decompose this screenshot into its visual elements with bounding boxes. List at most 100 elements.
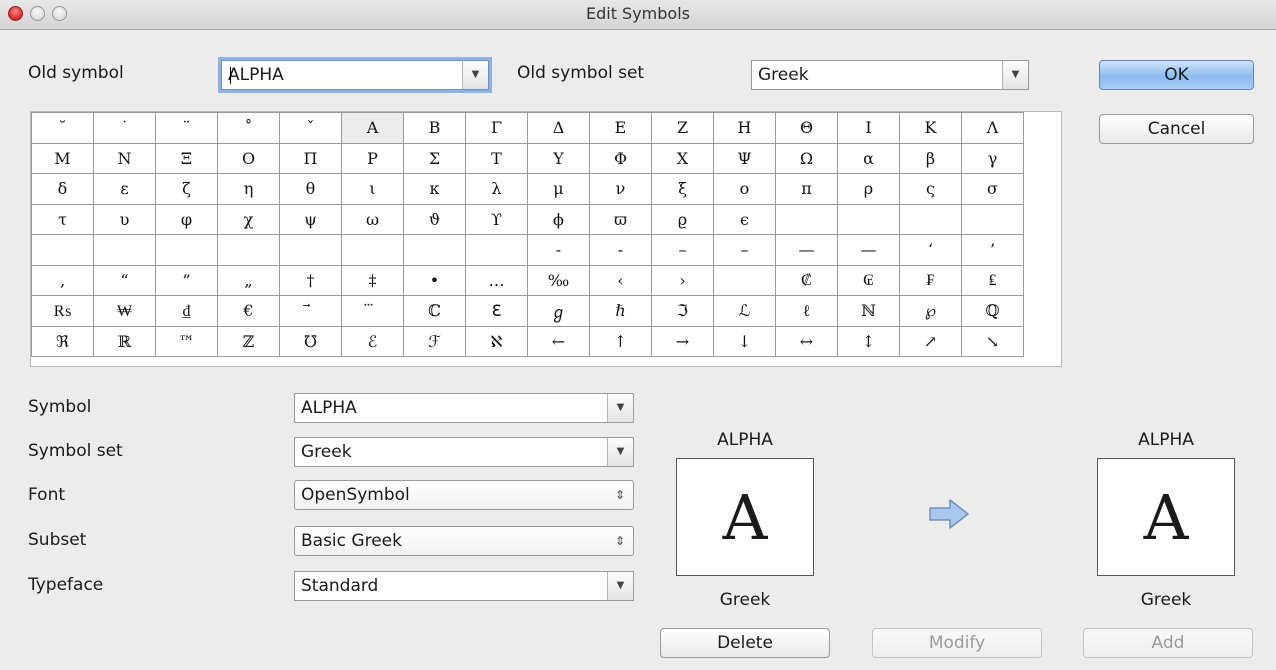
symbol-cell[interactable]: — (775, 234, 838, 266)
symbol-cell[interactable]: Θ (775, 112, 838, 144)
symbol-cell[interactable]: υ (93, 203, 156, 235)
symbol-cell[interactable]: σ (961, 173, 1024, 205)
symbol-cell[interactable] (713, 264, 776, 296)
symbol-cell[interactable]: ℧ (279, 325, 342, 357)
symbol-cell[interactable]: ℂ (403, 295, 466, 327)
symbol-cell[interactable] (217, 234, 280, 266)
symbol-cell[interactable]: ˇ (279, 112, 342, 144)
symbol-cell[interactable]: π (775, 173, 838, 205)
symbol-cell[interactable]: ” (155, 264, 218, 296)
symbol-cell[interactable]: θ (279, 173, 342, 205)
symbol-cell[interactable]: ‡ (341, 264, 404, 296)
symbol-cell[interactable]: ↓ (713, 325, 776, 357)
symbol-cell[interactable] (403, 234, 466, 266)
symbol-cell[interactable]: μ (527, 173, 590, 205)
add-button[interactable]: Add (1083, 628, 1253, 658)
symbol-cell[interactable]: † (279, 264, 342, 296)
symbol-cell[interactable]: ℰ (341, 325, 404, 357)
symbol-cell[interactable]: “ (93, 264, 156, 296)
symbol-cell[interactable]: ℜ (31, 325, 94, 357)
symbol-cell[interactable]: Ν (93, 142, 156, 174)
symbol-cell[interactable]: Ο (217, 142, 280, 174)
symbol-cell[interactable] (837, 203, 900, 235)
symbol-cell[interactable]: – (651, 234, 714, 266)
symbol-cell[interactable]: ↘ (961, 325, 1024, 357)
symbol-cell[interactable]: ℓ (775, 295, 838, 327)
symbol-cell[interactable]: Α (341, 112, 404, 144)
symbol-cell[interactable]: ₫ (155, 295, 218, 327)
chevron-down-icon[interactable]: ▼ (607, 394, 633, 422)
symbol-cell[interactable]: ε (93, 173, 156, 205)
symbol-cell[interactable]: ˚ (217, 112, 280, 144)
symbol-cell[interactable]: ‹ (589, 264, 652, 296)
symbol-cell[interactable]: ϵ (713, 203, 776, 235)
symbol-cell[interactable]: ’ (961, 234, 1024, 266)
symbol-cell[interactable]: ℒ (713, 295, 776, 327)
symbol-cell[interactable]: ₨ (31, 295, 94, 327)
symbol-cell[interactable]: ψ (279, 203, 342, 235)
symbol-cell[interactable]: ϕ (527, 203, 590, 235)
chevron-down-icon[interactable]: ▼ (607, 572, 633, 600)
symbol-cell[interactable]: τ (31, 203, 94, 235)
symbol-cell[interactable]: ₤ (961, 264, 1024, 296)
symbol-cell[interactable]: Δ (527, 112, 590, 144)
symbol-cell[interactable] (961, 203, 1024, 235)
symbol-set-combo[interactable]: Greek ▼ (294, 437, 634, 467)
symbol-cell[interactable]: Β (403, 112, 466, 144)
symbol-cell[interactable]: ϱ (651, 203, 714, 235)
symbol-cell[interactable]: Ψ (713, 142, 776, 174)
symbol-cell[interactable]: φ (155, 203, 218, 235)
symbol-cell[interactable]: ‚ (31, 264, 94, 296)
symbol-cell[interactable]: ₩ (93, 295, 156, 327)
symbol-cell[interactable]: Π (279, 142, 342, 174)
symbol-cell[interactable]: ζ (155, 173, 218, 205)
symbol-cell[interactable]: χ (217, 203, 280, 235)
symbol-cell[interactable]: Τ (465, 142, 528, 174)
symbol-cell[interactable]: ™ (155, 325, 218, 357)
symbol-cell[interactable]: ℱ (403, 325, 466, 357)
symbol-cell[interactable]: Ζ (651, 112, 714, 144)
symbol-cell[interactable]: δ (31, 173, 94, 205)
symbol-cell[interactable] (279, 234, 342, 266)
symbol-cell[interactable]: Η (713, 112, 776, 144)
symbol-cell[interactable]: ‐ (527, 234, 590, 266)
symbol-cell[interactable] (31, 234, 94, 266)
symbol-cell[interactable]: Σ (403, 142, 466, 174)
symbol-cell[interactable] (341, 234, 404, 266)
symbol-cell[interactable]: ₢ (837, 264, 900, 296)
symbol-cell[interactable]: Ε (589, 112, 652, 144)
modify-button[interactable]: Modify (872, 628, 1042, 658)
symbol-cell[interactable]: ρ (837, 173, 900, 205)
symbol-cell[interactable]: ˙ (93, 112, 156, 144)
symbol-cell[interactable]: ← (527, 325, 590, 357)
symbol-cell[interactable]: Φ (589, 142, 652, 174)
symbol-cell[interactable] (465, 234, 528, 266)
symbol-cell[interactable]: – (713, 234, 776, 266)
symbol-cell[interactable]: ↕ (837, 325, 900, 357)
symbol-cell[interactable]: λ (465, 173, 528, 205)
symbol-cell[interactable]: … (465, 264, 528, 296)
symbol-cell[interactable]: ˘ (31, 112, 94, 144)
symbol-cell[interactable]: Ι (837, 112, 900, 144)
symbol-cell[interactable]: Υ (527, 142, 590, 174)
symbol-cell[interactable]: ↗ (899, 325, 962, 357)
symbol-cell[interactable]: € (217, 295, 280, 327)
symbol-cell[interactable]: ς (899, 173, 962, 205)
symbol-cell[interactable]: β (899, 142, 962, 174)
symbol-cell[interactable]: ℑ (651, 295, 714, 327)
symbol-cell[interactable]: ℕ (837, 295, 900, 327)
symbol-cell[interactable] (93, 234, 156, 266)
chevron-down-icon[interactable]: ▼ (1002, 61, 1028, 89)
symbol-cell[interactable]: η (217, 173, 280, 205)
symbol-cell[interactable]: ϖ (589, 203, 652, 235)
delete-button[interactable]: Delete (660, 628, 830, 658)
updown-arrows-icon[interactable]: ⇕ (607, 527, 633, 555)
old-symbol-set-combo[interactable]: Greek ▼ (751, 60, 1029, 90)
symbol-cell[interactable]: α (837, 142, 900, 174)
symbol-cell[interactable]: Λ (961, 112, 1024, 144)
symbol-cell[interactable]: ‰ (527, 264, 590, 296)
symbol-cell[interactable]: ℊ (527, 295, 590, 327)
symbol-combo[interactable]: ALPHA ▼ (294, 393, 634, 423)
symbol-cell[interactable]: ℤ (217, 325, 280, 357)
symbol-cell[interactable]: ℘ (899, 295, 962, 327)
